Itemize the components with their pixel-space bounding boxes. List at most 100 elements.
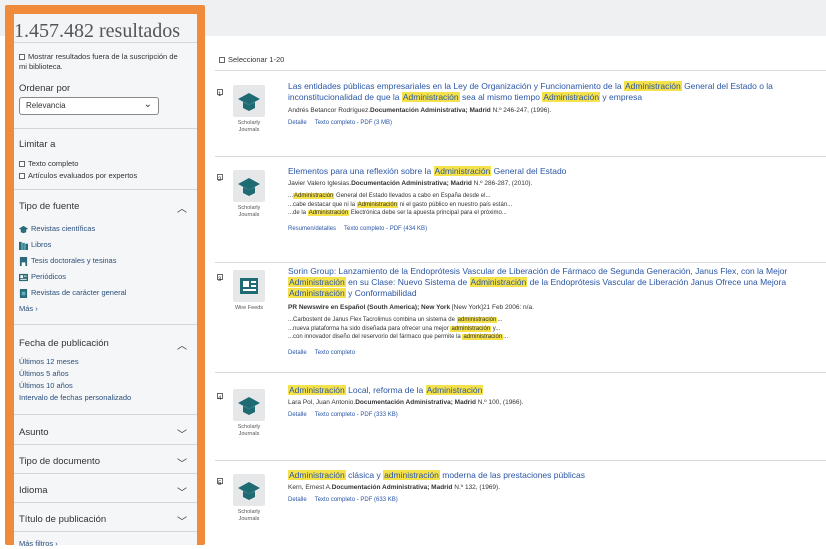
checkbox[interactable]	[19, 161, 25, 168]
result-title-link[interactable]: Las entidades públicas empresariales en …	[288, 81, 826, 103]
highlight-term: Administración	[356, 201, 399, 208]
date-last-12-months[interactable]: Últimos 12 meses	[19, 357, 79, 366]
text-fragment: N.º 286-287, (2010).	[471, 180, 533, 187]
detail-link[interactable]: Resumen/detalles	[288, 226, 336, 232]
snippet-line: ...de la Administración Electrónica debe…	[288, 209, 826, 218]
detail-link[interactable]: Detalle	[288, 120, 307, 126]
result-number: 2	[218, 177, 222, 183]
highlight-term: Administración	[288, 277, 346, 288]
result-links: Detalle Texto completo - PDF (3 MB)	[288, 120, 400, 126]
facet-subject[interactable]: Asunto	[19, 427, 49, 438]
chevron-down-icon[interactable]: ﹀	[177, 513, 187, 528]
chevron-up-icon[interactable]: ︿	[177, 337, 187, 352]
text-fragment: ...con innovador diseño del reservorio d…	[288, 334, 463, 341]
full-text-link[interactable]: Texto completo - PDF (633 KB)	[315, 497, 398, 503]
highlight-term: Administración	[288, 470, 346, 480]
outside-subscription-option[interactable]: Mostrar resultados fuera de la suscripci…	[19, 52, 184, 72]
highlight-term: Administración	[293, 193, 335, 199]
text-fragment: clásica y	[345, 470, 384, 480]
text-fragment: ...de la	[288, 210, 308, 217]
full-text-link[interactable]: Texto completo - PDF (434 KB)	[344, 226, 427, 232]
result-item: 5 Scholarly Journals Administración clásic…	[215, 470, 826, 549]
facet-document-type[interactable]: Tipo de documento	[19, 456, 100, 467]
divider	[215, 460, 826, 461]
source-item-magazines[interactable]: Revistas de carácter general	[19, 288, 126, 298]
date-last-5-years[interactable]: Últimos 5 años	[19, 369, 69, 378]
peer-reviewed-option[interactable]: Artículos evaluados por expertos	[19, 171, 137, 180]
select-all[interactable]: Seleccionar 1-20	[219, 55, 284, 64]
chevron-down-icon[interactable]: ﹀	[177, 426, 187, 441]
result-title-link[interactable]: Sorin Group: Lanzamiento de la Endopróte…	[288, 266, 826, 299]
checkbox[interactable]	[219, 57, 225, 64]
source-type-image	[233, 85, 265, 117]
text-fragment: Lara Pol, Juan Antonio.	[288, 399, 356, 406]
mortarboard-icon	[238, 178, 260, 196]
result-title-link[interactable]: Administración Local, reforma de la Admi…	[288, 385, 826, 396]
highlight-term: Administración	[623, 81, 682, 91]
text-fragment: Las entidades públicas empresariales en …	[288, 81, 624, 91]
result-thumbnail: Scholarly Journals	[229, 170, 269, 218]
thesis-icon	[19, 256, 28, 266]
divider	[215, 262, 826, 263]
result-thumbnail: Scholarly Journals	[229, 389, 269, 437]
source-item-theses[interactable]: Tesis doctorales y tesinas	[19, 256, 116, 266]
highlight-term: administración	[450, 325, 492, 332]
mortarboard-icon	[19, 225, 28, 233]
facet-language[interactable]: Idioma	[19, 485, 48, 496]
date-custom-range[interactable]: Intervalo de fechas personalizado	[19, 393, 131, 402]
source-item-journals[interactable]: Revistas científicas	[19, 224, 95, 234]
source-item-books[interactable]: Libros	[19, 240, 51, 250]
result-links: Resumen/detalles Texto completo - PDF (43…	[288, 226, 435, 232]
highlight-term: Administración	[542, 92, 601, 103]
text-fragment: [New York]21 Feb 2006: n/a.	[450, 304, 534, 311]
detail-link[interactable]: Detalle	[288, 497, 307, 503]
text-fragment: Documentación Administrativa; Madrid	[355, 399, 476, 406]
detail-link[interactable]: Detalle	[288, 350, 307, 356]
full-text-link[interactable]: Texto completo - PDF (333 KB)	[315, 412, 398, 418]
source-item-newspapers[interactable]: Periódicos	[19, 272, 66, 282]
full-text-link[interactable]: Texto completo	[315, 350, 355, 356]
facet-publication-title[interactable]: Título de publicación	[19, 514, 106, 525]
more-filters-link[interactable]: Más filtros ›	[19, 539, 58, 548]
divider	[14, 414, 197, 415]
checkbox[interactable]	[19, 173, 25, 180]
divider	[14, 473, 197, 474]
divider	[215, 156, 826, 157]
result-title-link[interactable]: Elementos para una reflexión sobre la Ad…	[288, 166, 826, 177]
more-sources-link[interactable]: Más ›	[19, 304, 38, 313]
highlight-term: Administración	[288, 288, 346, 299]
chevron-up-icon[interactable]: ︿	[177, 200, 187, 215]
detail-link[interactable]: Detalle	[288, 412, 307, 418]
result-title-link[interactable]: Administración clásica y administración …	[288, 470, 826, 481]
snippet-line: ...Administración General del Estado lle…	[288, 192, 826, 201]
highlight-term: administración	[456, 317, 498, 323]
result-number: 5	[218, 481, 222, 487]
date-last-10-years[interactable]: Últimos 10 años	[19, 381, 73, 390]
text-fragment: ...cabe destacar que ni la	[288, 201, 357, 208]
result-links: Detalle Texto completo	[288, 350, 363, 356]
snippet-line: ...cabe destacar que ni la Administració…	[288, 201, 826, 210]
result-number: 4	[218, 396, 222, 402]
text-fragment: N.º 100, (1966).	[475, 399, 524, 406]
full-text-option[interactable]: Texto completo	[19, 159, 78, 168]
text-fragment: sea al mismo tiempo	[459, 92, 543, 103]
highlight-term: Administración	[425, 385, 484, 395]
full-text-link[interactable]: Texto completo - PDF (3 MB)	[315, 120, 392, 126]
chevron-down-icon[interactable]: ﹀	[177, 484, 187, 499]
pub-date-label: Fecha de publicación	[19, 338, 109, 349]
text-fragment: General del Estado	[491, 166, 567, 176]
sort-select[interactable]: Relevancia ⌄	[19, 97, 159, 115]
checkbox[interactable]	[19, 54, 25, 61]
result-count: 1.457.482 resultados	[14, 20, 197, 43]
source-type-image	[233, 389, 265, 421]
result-citation: PR Newswire en Español (South America); …	[288, 304, 826, 311]
result-thumbnail: Wire Feeds	[229, 270, 269, 312]
text-fragment: Sorin Group: Lanzamiento de la Endopróte…	[288, 266, 788, 276]
results-area: Seleccionar 1-20 1 Scholarly Journals Las …	[215, 36, 826, 549]
chevron-down-icon[interactable]: ﹀	[177, 455, 187, 470]
filter-panel: Mostrar resultados fuera de la suscripci…	[14, 42, 197, 548]
text-fragment: moderna de las prestaciones públicas	[439, 470, 585, 480]
highlight-term: Administración	[401, 92, 460, 103]
text-fragment: ...nueva plataforma ha sido diseñada par…	[288, 325, 451, 332]
divider	[14, 531, 197, 532]
